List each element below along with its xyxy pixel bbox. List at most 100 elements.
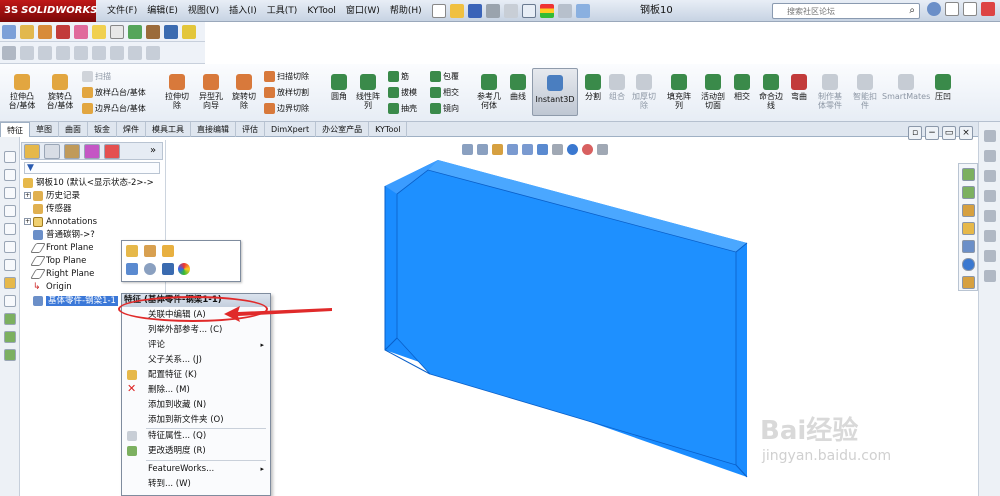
menu-parent-child[interactable]: 父子关系... (J)	[122, 353, 270, 367]
thicken-cut-button[interactable]: 加厚切 除	[630, 74, 658, 110]
tab-dimxpert[interactable]: DimXpert	[265, 121, 317, 137]
display-manager-tab-icon[interactable]	[104, 144, 120, 159]
hide-icon[interactable]	[126, 263, 138, 275]
tab-office-products[interactable]: 办公室产品	[316, 121, 370, 137]
window-close-icon[interactable]: ×	[959, 126, 973, 140]
view-icon[interactable]	[984, 130, 996, 142]
indent-button[interactable]: 压凹	[932, 74, 954, 101]
menu-featureworks[interactable]: FeatureWorks... ▸	[122, 462, 270, 476]
tab-weldments[interactable]: 焊件	[117, 121, 146, 137]
custom-properties-icon[interactable]	[962, 276, 975, 289]
extrude-boss-button[interactable]: 拉伸凸 台/基体	[4, 74, 40, 110]
tree-item-base-part-selected[interactable]: 基体零件-钢梁1-1	[33, 295, 118, 308]
table-view-icon[interactable]	[146, 45, 160, 60]
file-explorer-icon[interactable]	[962, 204, 975, 217]
cube-view-icon[interactable]	[4, 187, 16, 199]
appearance-icon[interactable]	[567, 143, 578, 155]
reference-geometry-button[interactable]: 参考几 何体	[474, 74, 504, 110]
rebuild-traffic-light-icon[interactable]	[540, 4, 554, 18]
tree-item-sensors[interactable]: 传感器	[33, 203, 72, 216]
smart-dimension-icon[interactable]	[38, 24, 52, 39]
save-icon[interactable]	[468, 4, 482, 18]
plate-inner-face[interactable]	[396, 169, 737, 466]
window-restore-icon[interactable]: ▭	[942, 126, 956, 140]
tree-item-front-plane[interactable]: Front Plane	[30, 242, 94, 255]
cube-view-icon[interactable]	[4, 223, 16, 235]
sheet-icon[interactable]	[110, 45, 124, 60]
rotate-icon[interactable]	[984, 210, 996, 222]
intersect-tool-button[interactable]: 相交	[731, 74, 753, 101]
menu-list-external-refs[interactable]: 列举外部参考... (C)	[122, 323, 270, 337]
window-minimize-icon[interactable]: −	[925, 126, 939, 140]
grid-view-icon[interactable]	[92, 45, 106, 60]
part-icon[interactable]	[2, 24, 16, 39]
cube-view-icon[interactable]	[4, 241, 16, 253]
loft-boss-button[interactable]: 放样凸台/基体	[82, 86, 146, 99]
hole-wizard-button[interactable]: 异型孔 向导	[196, 74, 226, 110]
wrap-button[interactable]: 包覆	[430, 70, 459, 83]
combine-button[interactable]: 组合	[606, 74, 628, 101]
flex-button[interactable]: 弯曲	[788, 74, 810, 101]
rollback-icon[interactable]	[162, 245, 174, 257]
dimension-icon[interactable]	[128, 45, 142, 60]
display-style-icon[interactable]	[537, 143, 548, 155]
cube-view-icon[interactable]	[4, 151, 16, 163]
resources-icon[interactable]	[962, 168, 975, 181]
design-library-icon[interactable]	[962, 186, 975, 199]
dimxpert-tab-icon[interactable]	[84, 144, 100, 159]
zoom-fit-icon[interactable]	[462, 143, 473, 155]
rib-button[interactable]: 筋	[388, 70, 409, 83]
feature-tree-tab-icon[interactable]	[24, 144, 40, 159]
tab-evaluate[interactable]: 评估	[236, 121, 265, 137]
sweep-cut-button[interactable]: 扫描切除	[264, 70, 309, 83]
fill-pattern-button[interactable]: 填充阵 列	[664, 74, 694, 110]
split-button[interactable]: 分割	[582, 74, 604, 101]
grid-icon[interactable]	[182, 24, 196, 39]
appearance-color-icon[interactable]	[178, 263, 190, 275]
menu-kytool[interactable]: KYTool	[302, 0, 341, 22]
zoom-area-icon[interactable]	[477, 143, 488, 155]
stamp-icon[interactable]	[146, 24, 160, 39]
live-section-button[interactable]: 活动剖 切面	[698, 74, 728, 110]
tab-sheet-metal[interactable]: 钣金	[88, 121, 117, 137]
edit-sketch-icon[interactable]	[144, 245, 156, 257]
star-icon[interactable]	[92, 24, 106, 39]
tree-item-annotations[interactable]: + Annotations	[24, 216, 97, 229]
menu-change-transparency[interactable]: 更改透明度 (R)	[122, 444, 270, 458]
close-icon[interactable]	[981, 2, 995, 16]
folder-icon[interactable]	[962, 222, 975, 235]
menu-help[interactable]: 帮助(H)	[385, 0, 427, 22]
tree-filter-box[interactable]: ▼	[24, 162, 160, 174]
appearances-icon[interactable]	[962, 258, 975, 271]
tree-root-part[interactable]: 钢板10 (默认<显示状态-2>->	[23, 177, 154, 190]
table-icon[interactable]	[110, 24, 124, 39]
expand-panel-icon[interactable]: »	[150, 145, 156, 156]
expand-icon[interactable]: +	[24, 192, 31, 199]
tab-features[interactable]: 特征	[0, 121, 30, 137]
assembly-icon[interactable]	[4, 313, 16, 325]
tab-mold-tools[interactable]: 模具工具	[146, 121, 191, 137]
intersect-button[interactable]: 相交	[430, 86, 459, 99]
view-orientation-icon[interactable]	[522, 143, 533, 155]
layout-icon[interactable]	[20, 45, 34, 60]
previous-view-icon[interactable]	[492, 143, 503, 155]
cube-view-icon[interactable]	[4, 259, 16, 271]
tree-item-origin[interactable]: ↳ Origin	[33, 281, 72, 294]
menu-comment[interactable]: 评论 ▸	[122, 338, 270, 352]
menu-file[interactable]: 文件(F)	[102, 0, 142, 22]
menu-tools[interactable]: 工具(T)	[262, 0, 303, 22]
normal-to-icon[interactable]	[162, 263, 174, 275]
fillet-button[interactable]: 圆角	[326, 74, 352, 101]
zoom-icon[interactable]	[2, 45, 16, 60]
cube-icon[interactable]	[128, 24, 142, 39]
sketch-pencil-icon[interactable]	[4, 277, 16, 289]
tree-item-material[interactable]: 普通碳钢->?	[33, 229, 95, 242]
section-view-icon[interactable]	[507, 143, 518, 155]
select-cursor-icon[interactable]	[522, 4, 536, 18]
curves-button[interactable]: 曲线	[506, 74, 530, 101]
smart-fastener-button[interactable]: 智能扣 件	[850, 74, 880, 110]
hide-show-icon[interactable]	[552, 143, 563, 155]
tree-item-top-plane[interactable]: Top Plane	[30, 255, 86, 268]
open-folder-icon[interactable]	[450, 4, 464, 18]
loft-cut-button[interactable]: 放样切割	[264, 86, 309, 99]
